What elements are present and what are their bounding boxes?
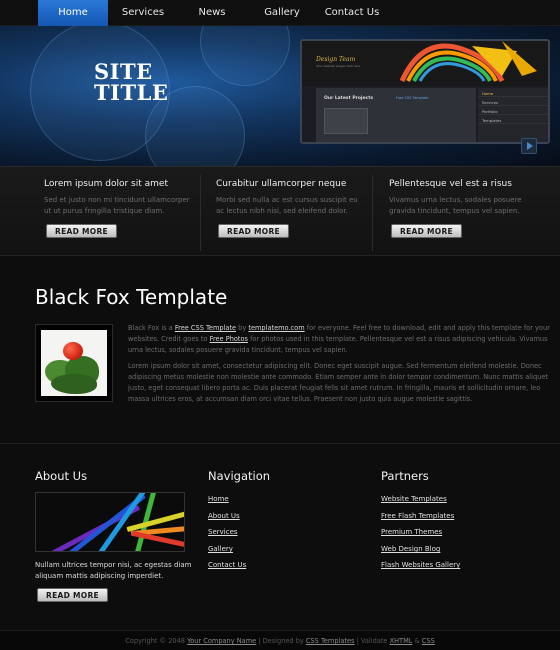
header-banner: SITE TITLE Design Team Your website slog… (0, 26, 560, 166)
nav-news[interactable]: News (178, 0, 246, 26)
intro-paragraph: Black Fox is a Free CSS Template by temp… (128, 323, 550, 356)
intro-text: by (236, 324, 249, 332)
footer-link-contact-us[interactable]: Contact Us (208, 561, 246, 569)
copyright-bar: Copyright © 2048 Your Company Name | Des… (0, 630, 560, 650)
about-us-text: Nullam ultrices tempor nisi, ac egestas … (35, 561, 192, 580)
preview-brand: Design Team (316, 56, 356, 63)
preview-menu-item: Home (478, 88, 548, 97)
preview-menu-item: Services (478, 97, 548, 106)
ampersand-text: & (412, 637, 422, 645)
partner-link[interactable]: Website Templates (381, 495, 447, 503)
designed-by-text: | Designed by (256, 637, 306, 645)
site-title-line1: SITE (94, 59, 153, 84)
copyright-text: Copyright © 2048 (125, 637, 188, 645)
nav-home[interactable]: Home (38, 0, 108, 26)
navigation-heading: Navigation (208, 469, 271, 483)
feature-text: Sed et justo non mi tincidunt ullamcorpe… (44, 196, 190, 215)
feature-text: Morbi sed nulla ac est cursus suscipit e… (216, 196, 358, 215)
templatemo-link[interactable]: templatemo.com (248, 324, 304, 332)
preview-thumbnail (324, 108, 368, 134)
nav-gallery[interactable]: Gallery (248, 0, 316, 26)
section-divider (0, 443, 560, 444)
nav-services[interactable]: Services (108, 0, 178, 26)
preview-latest-projects: Our Latest Projects (324, 96, 374, 101)
footer-link-about-us[interactable]: About Us (208, 512, 240, 520)
intro-text: Black Fox is a (128, 324, 175, 332)
read-more-button[interactable]: READ MORE (46, 224, 117, 238)
body-paragraph: Lorem ipsum dolor sit amet, consectetur … (128, 362, 548, 403)
partner-link[interactable]: Web Design Blog (381, 545, 440, 553)
decor-bubble (200, 26, 290, 86)
free-css-template-link[interactable]: Free CSS Template (175, 324, 236, 332)
preview-header: Design Team Your website slogan text her… (302, 41, 548, 86)
validate-text: | Validate (354, 637, 390, 645)
feature-title: Pellentesque vel est a risus (389, 179, 512, 189)
footer-link-services[interactable]: Services (208, 528, 238, 536)
preview-menu-item: Portfolio (478, 106, 548, 115)
feature-title: Curabitur ullamcorper neque (216, 179, 347, 189)
xhtml-link[interactable]: XHTML (390, 637, 413, 645)
company-name-link[interactable]: Your Company Name (187, 637, 256, 645)
preview-menu-item: Templates (478, 115, 548, 124)
preview-link: Free CSS Template (396, 96, 429, 100)
partner-link[interactable]: Free Flash Templates (381, 512, 454, 520)
play-icon[interactable] (521, 138, 537, 154)
read-more-button[interactable]: READ MORE (391, 224, 462, 238)
css-templates-link[interactable]: CSS Templates (306, 637, 355, 645)
top-nav: Home Services News Gallery Contact Us (0, 0, 560, 26)
feature-boxes: Lorem ipsum dolor sit amet Sed et justo … (0, 166, 560, 256)
partner-link[interactable]: Flash Websites Gallery (381, 561, 460, 569)
tomato-shape (63, 342, 83, 360)
template-preview-image[interactable]: Design Team Your website slogan text her… (300, 39, 550, 144)
partners-heading: Partners (381, 469, 429, 483)
feature-title: Lorem ipsum dolor sit amet (44, 179, 168, 189)
nav-contact-us[interactable]: Contact Us (316, 0, 388, 26)
preview-body: Our Latest Projects Free CSS Template (316, 88, 476, 142)
read-more-button[interactable]: READ MORE (218, 224, 289, 238)
site-title: SITE TITLE (94, 61, 168, 103)
preview-menu: Home Services Portfolio Templates (478, 88, 548, 142)
partner-link[interactable]: Premium Themes (381, 528, 442, 536)
site-title-line2: TITLE (94, 80, 169, 105)
free-photos-link[interactable]: Free Photos (210, 335, 248, 343)
salad-photo (35, 324, 113, 402)
footer-link-gallery[interactable]: Gallery (208, 545, 233, 553)
feature-text: Vivamus urna lectus, sodales posuere gra… (389, 196, 522, 215)
colored-pencils-image (35, 492, 185, 552)
preview-tagline: Your website slogan text here (316, 64, 361, 68)
page-title: Black Fox Template (35, 285, 228, 309)
feature-divider (200, 175, 201, 251)
leaf-shape (51, 374, 97, 394)
css-link[interactable]: CSS (422, 637, 435, 645)
feature-divider (372, 175, 373, 251)
about-read-more-button[interactable]: READ MORE (37, 588, 108, 602)
about-us-heading: About Us (35, 469, 88, 483)
footer-link-home[interactable]: Home (208, 495, 229, 503)
